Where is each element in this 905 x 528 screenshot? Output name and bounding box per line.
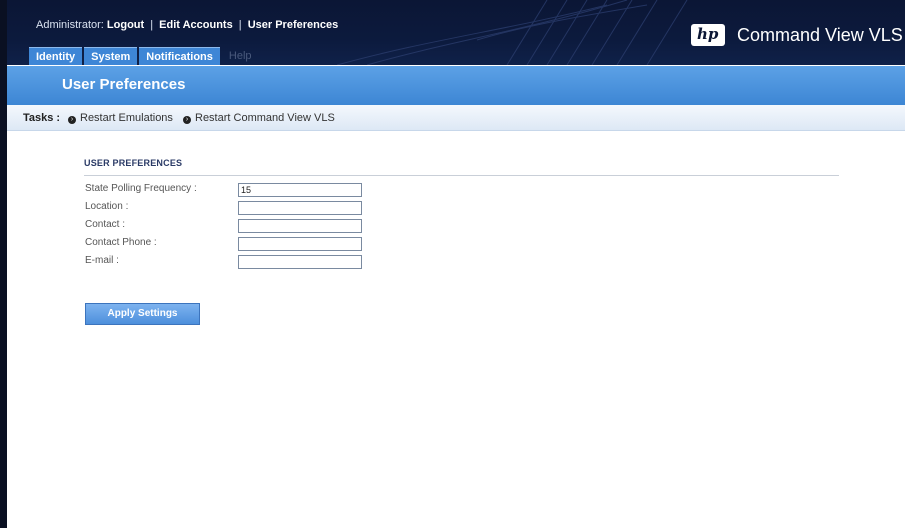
tab-notifications[interactable]: Notifications xyxy=(139,47,220,65)
contact-phone-input[interactable] xyxy=(238,237,362,251)
main-tabs: Identity System Notifications Help xyxy=(29,47,259,65)
product-title: Command View VLS xyxy=(737,24,903,45)
arrow-bullet-icon: › xyxy=(68,116,76,124)
separator: | xyxy=(150,19,154,31)
tasks-bar: Tasks : › Restart Emulations › Restart Com… xyxy=(7,105,905,131)
tab-help[interactable]: Help xyxy=(222,47,259,65)
location-label: Location : xyxy=(85,201,129,212)
restart-command-view-link[interactable]: › Restart Command View VLS xyxy=(183,112,335,124)
user-preferences-link[interactable]: User Preferences xyxy=(248,19,339,31)
arrow-bullet-icon: › xyxy=(183,116,191,124)
page-title: User Preferences xyxy=(62,76,186,93)
tasks-label: Tasks : xyxy=(23,112,61,124)
contact-label: Contact : xyxy=(85,219,126,230)
section-divider xyxy=(84,175,839,176)
location-input[interactable] xyxy=(238,201,362,215)
email-input[interactable] xyxy=(238,255,362,269)
email-label: E-mail : xyxy=(85,255,119,266)
logout-link[interactable]: Logout xyxy=(107,19,144,31)
task-label: Restart Emulations xyxy=(80,112,173,124)
brand: hp Command View VLS xyxy=(691,24,903,46)
apply-settings-button[interactable]: Apply Settings xyxy=(85,303,200,325)
tab-identity[interactable]: Identity xyxy=(29,47,83,65)
app-window: Administrator: Logout | Edit Accounts | … xyxy=(0,0,905,528)
header-banner: Administrator: Logout | Edit Accounts | … xyxy=(7,0,905,65)
page-title-bar: User Preferences xyxy=(7,66,905,105)
admin-prefix: Administrator: xyxy=(36,19,104,31)
polling-frequency-input[interactable] xyxy=(238,183,362,197)
contact-phone-label: Contact Phone : xyxy=(85,237,157,248)
separator: | xyxy=(238,19,242,31)
section-title: USER PREFERENCES xyxy=(84,158,183,168)
window-left-edge xyxy=(0,0,7,528)
contact-input[interactable] xyxy=(238,219,362,233)
polling-frequency-label: State Polling Frequency : xyxy=(85,183,197,194)
hp-logo-text: hp xyxy=(697,25,719,43)
hp-logo-icon: hp xyxy=(691,24,725,46)
task-label: Restart Command View VLS xyxy=(195,112,335,124)
admin-links: Administrator: Logout | Edit Accounts | … xyxy=(36,19,338,31)
restart-emulations-link[interactable]: › Restart Emulations xyxy=(68,112,173,124)
tab-system[interactable]: System xyxy=(84,47,138,65)
edit-accounts-link[interactable]: Edit Accounts xyxy=(159,19,233,31)
main-content: USER PREFERENCES State Polling Frequency… xyxy=(7,131,905,528)
